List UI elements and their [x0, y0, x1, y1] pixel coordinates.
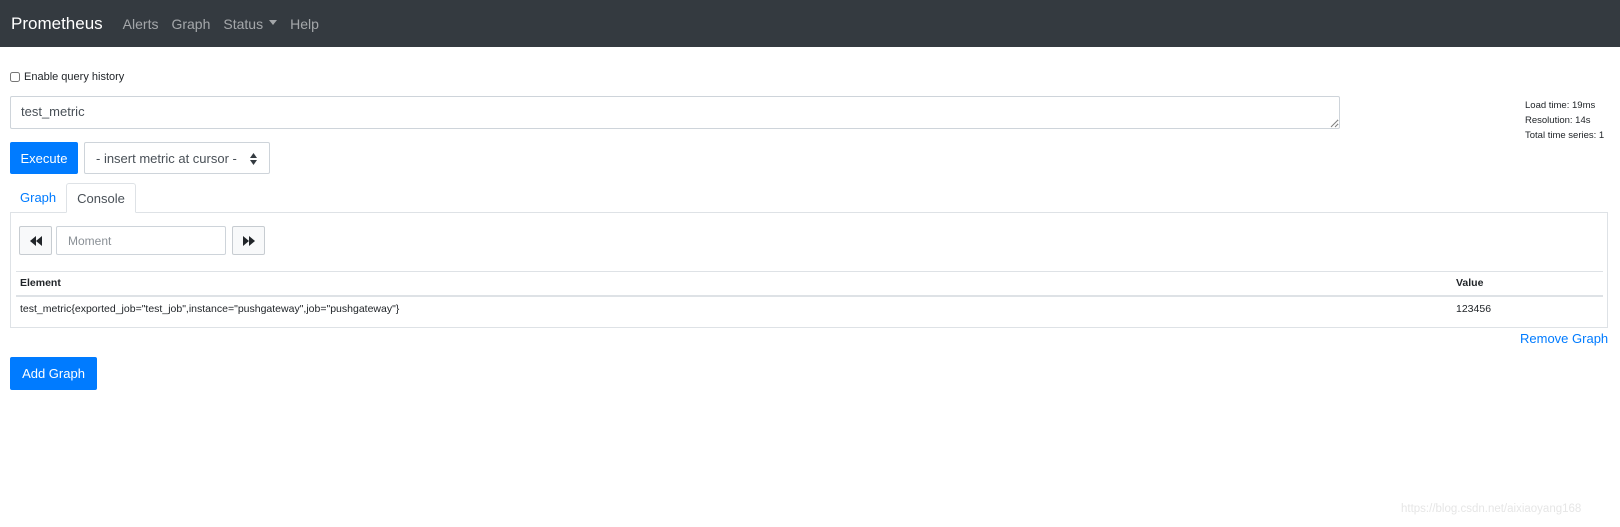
remove-graph-link[interactable]: Remove Graph — [1520, 331, 1608, 346]
column-header-element: Element — [16, 271, 1452, 297]
console-table: Element Value test_metric{exported_job="… — [16, 271, 1603, 322]
nav-alerts-label: Alerts — [122, 15, 159, 32]
metric-select[interactable]: - insert metric at cursor - — [84, 142, 270, 174]
nav-status-dropdown[interactable]: Status — [223, 15, 278, 32]
table-row: test_metric{exported_job="test_job",inst… — [16, 296, 1603, 322]
updown-arrows-icon — [250, 153, 257, 165]
nav-graph-link[interactable]: Graph — [171, 16, 210, 32]
metric-select-value: - insert metric at cursor - — [96, 150, 237, 166]
load-time-text: Load time: 19ms — [1525, 100, 1596, 111]
caret-down-icon — [269, 20, 278, 25]
resolution-text: Resolution: 14s — [1525, 115, 1591, 126]
nav-help-link[interactable]: Help — [290, 16, 319, 32]
forward-icon — [242, 235, 255, 246]
tab-console[interactable]: Console — [66, 183, 136, 213]
query-stats: Load time: 19ms Resolution: 14s Total ti… — [1525, 98, 1604, 143]
add-graph-button[interactable]: Add Graph — [10, 357, 97, 390]
moment-input[interactable] — [56, 226, 226, 255]
nav-help-label: Help — [290, 15, 319, 32]
total-series-text: Total time series: 1 — [1525, 130, 1605, 141]
expression-input[interactable] — [10, 96, 1340, 129]
nav-graph-label: Graph — [171, 15, 211, 32]
row-element-cell: test_metric{exported_job="test_job",inst… — [20, 303, 400, 315]
nav-status-label: Status — [223, 15, 264, 32]
next-moment-button[interactable] — [232, 226, 265, 255]
prev-moment-button[interactable] — [19, 226, 52, 255]
backward-icon — [29, 235, 42, 246]
navbar: Prometheus Alerts Graph Status Help — [0, 0, 1620, 47]
query-history-checkbox[interactable] — [10, 72, 20, 82]
table-header-row: Element Value — [16, 271, 1603, 297]
row-value-cell: 123456 — [1456, 303, 1492, 315]
query-history-toggle[interactable]: Enable query history — [10, 71, 124, 83]
console-panel: Element Value test_metric{exported_job="… — [10, 212, 1608, 328]
execute-button[interactable]: Execute — [10, 142, 78, 174]
tab-graph[interactable]: Graph — [10, 183, 66, 213]
column-header-value: Value — [1452, 271, 1603, 297]
nav-alerts-link[interactable]: Alerts — [123, 16, 159, 32]
watermark-text: https://blog.csdn.net/aixiaoyang168 — [1401, 503, 1582, 515]
query-history-label: Enable query history — [24, 71, 125, 83]
panel-tabs: Graph Console — [10, 183, 136, 213]
brand-link[interactable]: Prometheus — [11, 14, 103, 34]
